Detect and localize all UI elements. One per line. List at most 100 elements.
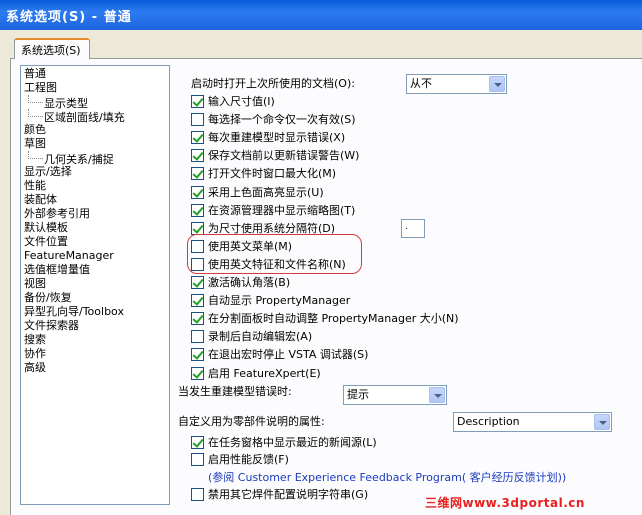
- tree-item-label: 普通: [24, 67, 46, 80]
- chevron-down-icon[interactable]: [429, 387, 445, 403]
- tree-item[interactable]: 异型孔向导/Toolbox: [24, 305, 169, 319]
- option-checkbox-row[interactable]: 保存文档前以更新错误警告(W): [191, 147, 359, 165]
- tree-item-label: 草图: [24, 137, 46, 150]
- tree-branch-line: [28, 109, 43, 117]
- tree-item[interactable]: FeatureManager: [24, 249, 169, 263]
- rebuild-error-value: 提示: [347, 388, 369, 401]
- option-checkbox-row[interactable]: 在退出宏时停止 VSTA 调试器(S): [191, 346, 368, 364]
- option-label: 禁用其它焊件配置说明字符串(G): [208, 488, 369, 501]
- tree-item[interactable]: 默认模板: [24, 221, 169, 235]
- checkbox-checked[interactable]: [191, 221, 204, 235]
- option-checkbox-row[interactable]: 自动显示 PropertyManager: [191, 292, 350, 310]
- chevron-down-icon[interactable]: [489, 76, 505, 92]
- tree-item[interactable]: 视图: [24, 277, 169, 291]
- option-checkbox-row[interactable]: 录制后自动编辑宏(A): [191, 328, 312, 346]
- custom-property-label: 自定义用为零部件说明的属性:: [178, 415, 325, 428]
- tree-item-label: 视图: [24, 277, 46, 290]
- option-checkbox-row[interactable]: 每选择一个命令仅一次有效(S): [191, 111, 356, 129]
- tree-branch-line: [28, 151, 43, 159]
- tree-item[interactable]: 文件位置: [24, 235, 169, 249]
- separator-field[interactable]: .: [401, 219, 425, 238]
- startup-select[interactable]: 从不: [406, 74, 507, 94]
- tree-item-label: 区域剖面线/填充: [44, 111, 125, 124]
- option-label: 输入尺寸值(I): [208, 95, 275, 108]
- checkbox-checked[interactable]: [191, 95, 204, 108]
- rebuild-error-select[interactable]: 提示: [343, 385, 447, 405]
- tree-item-label: 选值框增量值: [24, 263, 90, 276]
- option-checkbox-row[interactable]: 禁用其它焊件配置说明字符串(G): [191, 486, 368, 504]
- tree-item-label: 装配体: [24, 193, 57, 206]
- option-label: 每次重建模型时显示错误(X): [208, 131, 346, 145]
- tree-item-label: 协作: [24, 347, 46, 360]
- option-label: 为尺寸使用系统分隔符(D): [208, 221, 336, 235]
- tree-item[interactable]: 文件探索器: [24, 319, 169, 333]
- tree-item[interactable]: 显示/选择: [24, 165, 169, 179]
- option-label: 录制后自动编辑宏(A): [208, 330, 313, 344]
- tree-item-label: 工程图: [24, 81, 57, 94]
- option-label: 打开文件时窗口最大化(M): [208, 167, 337, 181]
- checkbox-checked[interactable]: [191, 436, 204, 449]
- tree-item-label: 备份/恢复: [24, 291, 72, 304]
- checkbox-checked[interactable]: [191, 149, 204, 163]
- highlight-annotation: [187, 234, 362, 274]
- checkbox-checked[interactable]: [191, 203, 204, 217]
- checkbox-unchecked[interactable]: [191, 488, 204, 501]
- tree-item[interactable]: 工程图: [24, 81, 169, 95]
- checkbox-unchecked[interactable]: [191, 453, 204, 466]
- checkbox-checked[interactable]: [191, 185, 204, 199]
- option-checkbox-row[interactable]: 打开文件时窗口最大化(M): [191, 165, 336, 183]
- checkbox-checked[interactable]: [191, 131, 204, 145]
- tree-item[interactable]: 搜索: [24, 333, 169, 347]
- tree-item[interactable]: 颜色: [24, 123, 169, 137]
- chevron-down-icon[interactable]: [594, 414, 610, 430]
- option-label: 激活确认角落(B): [208, 276, 291, 289]
- custom-property-select[interactable]: Description: [453, 412, 612, 432]
- option-checkbox-row[interactable]: 采用上色面高亮显示(U): [191, 184, 324, 202]
- tree-branch-line: [28, 95, 43, 103]
- option-checkbox-row[interactable]: 启用 FeatureXpert(E): [191, 365, 321, 383]
- checkbox-checked[interactable]: [191, 312, 204, 326]
- tree-item[interactable]: 选值框增量值: [24, 263, 169, 277]
- tree-item[interactable]: 普通: [24, 67, 169, 81]
- checkbox-checked[interactable]: [191, 366, 204, 380]
- tree-item-label: 外部参考引用: [24, 207, 90, 220]
- tree-item[interactable]: 外部参考引用: [24, 207, 169, 221]
- option-label: 保存文档前以更新错误警告(W): [208, 149, 360, 163]
- option-label: 在任务窗格中显示最近的新闻源(L): [208, 436, 377, 449]
- option-checkbox-row[interactable]: 启用性能反馈(F): [191, 451, 289, 469]
- option-checkbox-row[interactable]: 每次重建模型时显示错误(X): [191, 129, 345, 147]
- option-label: 在分割面板时自动调整 PropertyManager 大小(N): [208, 312, 459, 326]
- category-tree[interactable]: 普通 工程图 显示类型 区域剖面线/填充 颜色 草图 几何关系/捕捉 显示/选择 性能 装配体 外部…: [20, 65, 170, 505]
- tree-item[interactable]: 备份/恢复: [24, 291, 169, 305]
- tree-item[interactable]: 几何关系/捕捉: [24, 151, 169, 166]
- ceip-link[interactable]: (参阅 Customer Experience Feedback Program…: [208, 469, 566, 487]
- checkbox-checked[interactable]: [191, 167, 204, 181]
- tree-item[interactable]: 草图: [24, 137, 169, 151]
- checkbox-unchecked[interactable]: [191, 330, 204, 344]
- tree-item[interactable]: 区域剖面线/填充: [24, 109, 169, 124]
- tree-item[interactable]: 装配体: [24, 193, 169, 207]
- option-label: 在退出宏时停止 VSTA 调试器(S): [208, 348, 369, 362]
- tree-item-label: 异型孔向导/Toolbox: [24, 305, 124, 318]
- tree-item-label: 颜色: [24, 123, 46, 136]
- checkbox-checked[interactable]: [191, 348, 204, 362]
- tree-item[interactable]: 性能: [24, 179, 169, 193]
- tree-item-label: 文件探索器: [24, 319, 79, 332]
- tree-item[interactable]: 协作: [24, 347, 169, 361]
- tree-item[interactable]: 显示类型: [24, 95, 169, 110]
- option-checkbox-row[interactable]: 在资源管理器中显示缩略图(T): [191, 202, 355, 220]
- tree-item[interactable]: 高级: [24, 361, 169, 375]
- checkbox-checked[interactable]: [191, 276, 204, 289]
- option-checkbox-row[interactable]: 输入尺寸值(I): [191, 93, 275, 111]
- option-label: 启用性能反馈(F): [208, 453, 289, 466]
- custom-property-value: Description: [457, 415, 520, 428]
- startup-select-value: 从不: [410, 77, 432, 90]
- option-label: 自动显示 PropertyManager: [208, 294, 351, 308]
- option-checkbox-row[interactable]: 在分割面板时自动调整 PropertyManager 大小(N): [191, 310, 459, 328]
- option-checkbox-row[interactable]: 激活确认角落(B): [191, 274, 290, 292]
- tab-system-options[interactable]: 系统选项(S): [14, 38, 90, 59]
- checkbox-checked[interactable]: [191, 294, 204, 308]
- option-checkbox-row[interactable]: 在任务窗格中显示最近的新闻源(L): [191, 434, 377, 452]
- tree-item-label: 文件位置: [24, 235, 68, 248]
- checkbox-unchecked[interactable]: [191, 113, 204, 127]
